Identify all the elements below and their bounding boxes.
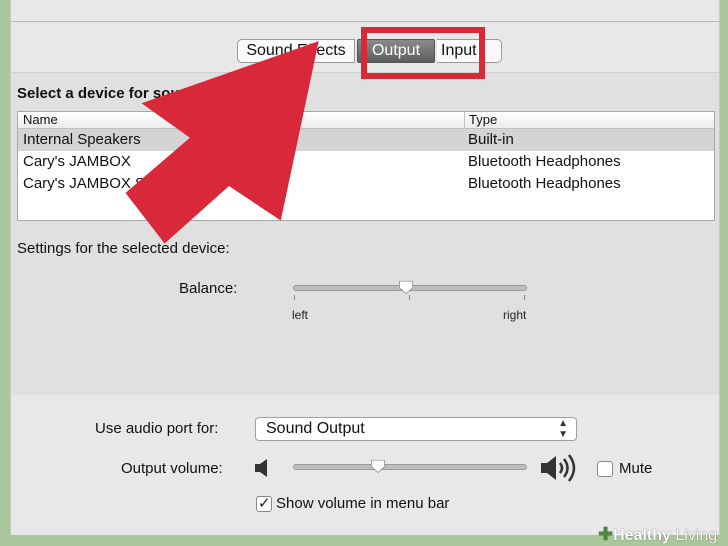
watermark: ✚Healthy Living	[598, 524, 717, 545]
watermark-brand-light: Living	[675, 527, 718, 544]
pointer-arrow-annotation	[125, 41, 319, 244]
plus-logo-icon: ✚	[598, 524, 614, 544]
watermark-brand-bold: Healthy	[613, 527, 671, 544]
